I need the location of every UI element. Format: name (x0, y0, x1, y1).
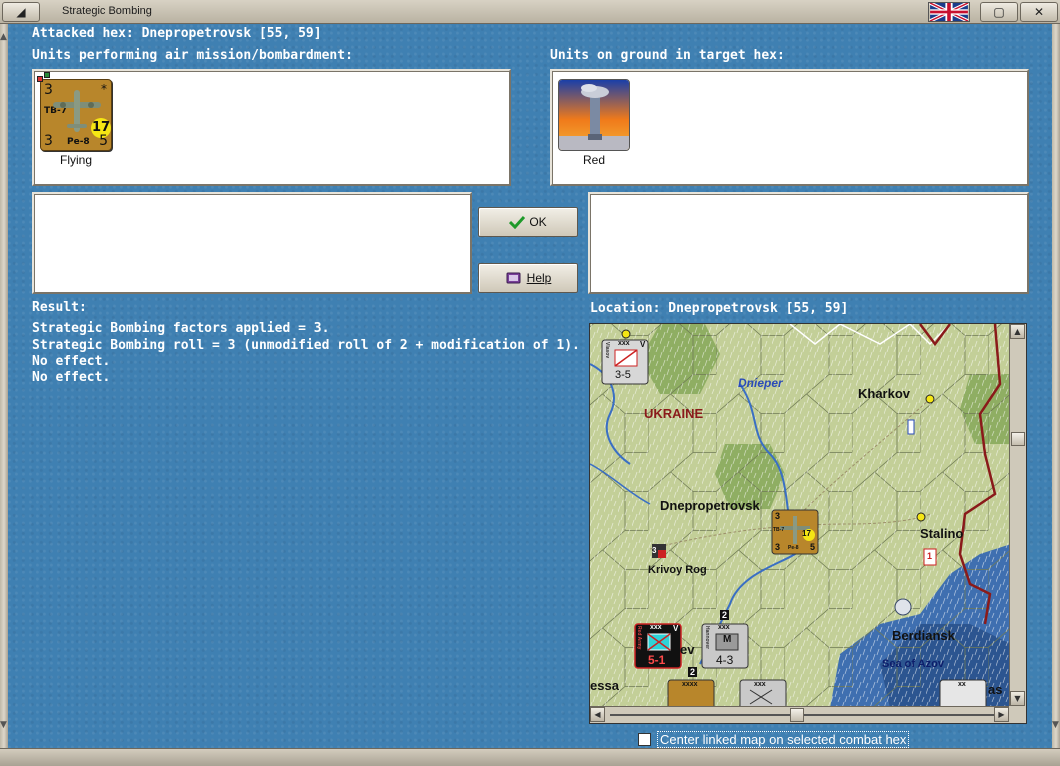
red-army-side: Red Army (636, 626, 642, 650)
system-menu-button[interactable]: ◢ (2, 2, 40, 22)
window-frame-bottom (0, 748, 1060, 766)
window-frame-left: ▲ ▼ (0, 24, 8, 748)
bomber-map-range: 5 (810, 542, 816, 552)
defender-info-panel (588, 192, 1029, 294)
map-vertical-scrollbar[interactable]: ▲ ▼ (1009, 324, 1026, 708)
bomber-map-bottom-code: Pe-8 (788, 545, 799, 551)
air-unit-bottom-code: Pe-8 (67, 137, 90, 147)
unit-status-marker (37, 76, 43, 82)
map-label-dnieper: Dnieper (738, 376, 783, 390)
close-button[interactable]: ✕ (1020, 2, 1058, 22)
krivoy-marker-value: 3 (652, 546, 657, 555)
result-line: No effect. (32, 370, 111, 385)
map-horizontal-scrollbar[interactable]: ◀ ▶ (590, 706, 1011, 723)
attacker-info-panel (32, 192, 472, 294)
scroll-down-arrow-icon[interactable]: ▼ (1010, 691, 1025, 706)
port-anchor-icon (894, 598, 912, 616)
air-units-panel: 3 * TB-7 17 3 Pe-8 5 Flying (32, 69, 511, 186)
center-map-checkbox[interactable] (638, 733, 651, 746)
hannover-side: Hannover (704, 626, 710, 650)
help-button-label: Help (526, 271, 552, 285)
restore-button[interactable]: ▢ (980, 2, 1018, 22)
map-label-ukraine: UKRAINE (644, 406, 704, 421)
bottom-b-size: xxx (754, 681, 766, 688)
horizontal-scroll-thumb[interactable] (790, 708, 804, 722)
bomber-map-defense: 3 (775, 542, 781, 552)
bomber-map-attack: 3 (775, 511, 781, 521)
map-label-dnepropetrovsk: Dnepropetrovsk (660, 498, 760, 513)
air-unit-caption: Flying (59, 153, 92, 167)
scroll-up-arrow-icon[interactable]: ▲ (1010, 324, 1025, 339)
center-map-checkbox-row[interactable]: Center linked map on selected combat hex (638, 731, 910, 748)
location-label: Location: Dnepropetrovsk [55, 59] (590, 301, 849, 316)
title-bar: ◢ Strategic Bombing ▢ ✕ (0, 0, 1060, 24)
scroll-right-arrow-icon[interactable]: ▶ (994, 707, 1009, 722)
help-button[interactable]: Help (478, 263, 578, 293)
checkmark-icon (509, 215, 526, 229)
vlasov-size: xxx (618, 340, 630, 347)
red-army-corps: V (673, 624, 679, 633)
hannover-strength: 4-3 (716, 653, 734, 667)
hannover-mark: M (723, 634, 732, 645)
uk-flag-icon (928, 2, 970, 22)
ground-units-panel: Red (550, 69, 1029, 186)
air-units-heading: Units performing air mission/bombardment… (32, 48, 353, 63)
map-label-berdiansk: Berdiansk (892, 628, 955, 643)
map-label-kiev-fragment: ev (680, 642, 695, 657)
ground-target-counter[interactable] (558, 79, 630, 151)
stalino-marker-value: 1 (927, 551, 933, 561)
map-label-right-fragment: as (988, 682, 1003, 697)
vertical-scroll-thumb[interactable] (1011, 432, 1025, 446)
bottom-a-size: xxxx (682, 681, 698, 688)
map-label-stalino: Stalino (920, 526, 964, 541)
air-unit-counter[interactable]: 3 * TB-7 17 3 Pe-8 5 (37, 72, 112, 151)
scroll-left-arrow-icon[interactable]: ◀ (590, 707, 605, 722)
help-book-icon (506, 272, 521, 284)
map-terrain (590, 324, 1011, 708)
air-unit-range: 5 (99, 133, 108, 149)
linked-map[interactable]: UKRAINE Dnieper Kharkov Dnepropetrovsk S… (589, 323, 1027, 724)
bomber-map-top-code: TB-7 (773, 527, 785, 533)
bottom-a-stack-count: 2 (688, 667, 698, 677)
bomber-map-moves: 17 (802, 529, 811, 538)
bottom-c-size: xx (958, 681, 966, 688)
vlasov-side: Vlasov (604, 342, 610, 359)
result-heading: Result: (32, 300, 87, 315)
scroll-corner (1009, 706, 1026, 723)
ok-button[interactable]: OK (478, 207, 578, 237)
red-army-size: xxx (650, 624, 662, 631)
map-label-sea-of-azov: Sea of Azov (882, 658, 944, 670)
map-label-kharkov: Kharkov (858, 386, 911, 401)
factory-target-icon (559, 80, 629, 150)
red-army-strength: 5-1 (648, 653, 666, 667)
ground-units-heading: Units on ground in target hex: (550, 48, 785, 63)
map-label-odessa-fragment: essa (590, 678, 619, 693)
dialog-content: Attacked hex: Dnepropetrovsk [55, 59] Un… (8, 24, 1052, 748)
ground-unit-caption: Red (582, 153, 605, 167)
window-frame-right: ▼ (1052, 24, 1060, 748)
map-marker-kharkov (907, 419, 915, 435)
vlasov-strength: 3-5 (615, 369, 631, 381)
air-unit-defense: 3 (44, 133, 53, 149)
map-label-krivoy-rog: Krivoy Rog (648, 564, 707, 576)
window-title: Strategic Bombing (62, 5, 152, 17)
result-line: Strategic Bombing roll = 3 (unmodified r… (32, 338, 580, 353)
result-line: No effect. (32, 354, 111, 369)
attacked-hex-label: Attacked hex: Dnepropetrovsk [55, 59] (32, 26, 322, 41)
center-map-checkbox-label[interactable]: Center linked map on selected combat hex (657, 731, 910, 748)
result-line: Strategic Bombing factors applied = 3. (32, 321, 330, 336)
vlasov-corps: V (640, 340, 646, 349)
frame-grip-icon: ▼ (1052, 720, 1059, 730)
hannover-stack-count: 2 (720, 610, 730, 620)
hannover-size: xxx (718, 624, 730, 631)
ok-button-label: OK (529, 215, 547, 229)
unit-status-marker (44, 72, 50, 78)
